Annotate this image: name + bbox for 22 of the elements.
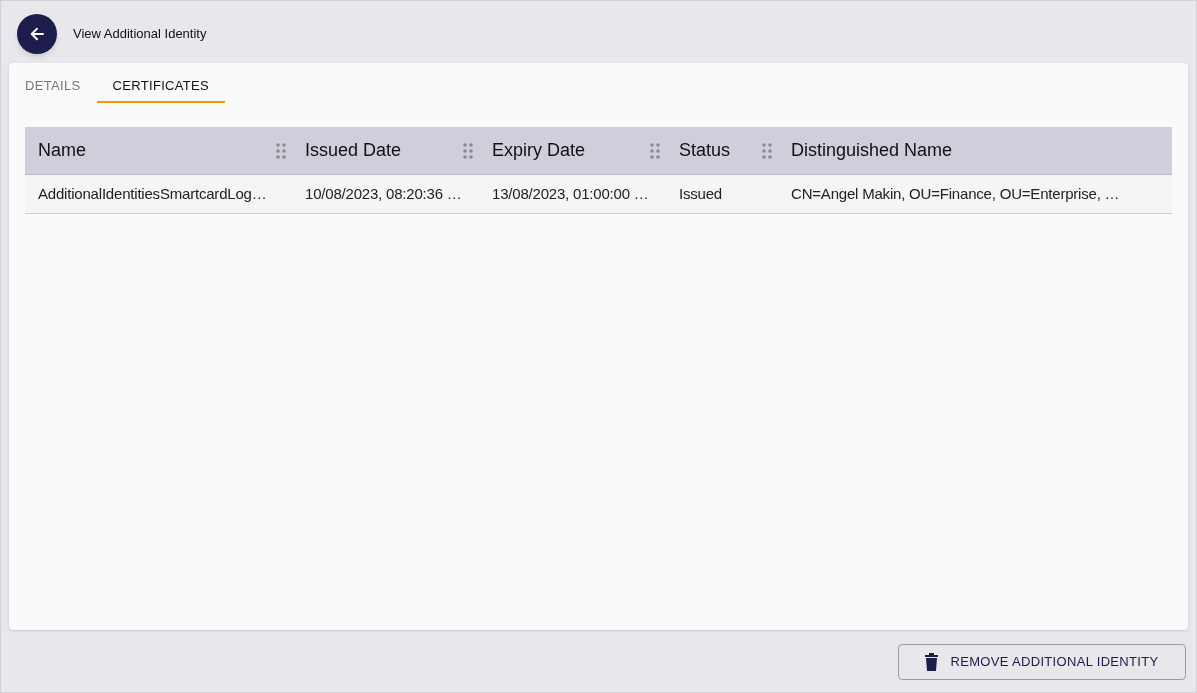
- column-header[interactable]: Status: [679, 137, 731, 164]
- drag-handle-icon[interactable]: [276, 142, 286, 159]
- trash-icon: [925, 653, 939, 671]
- table-cell-text: Issued: [679, 183, 722, 204]
- back-button[interactable]: [17, 14, 57, 54]
- table-cell-text: 13/08/2023, 01:00:00 …: [492, 183, 649, 204]
- remove-identity-button[interactable]: REMOVE ADDITIONAL IDENTITY: [898, 644, 1186, 680]
- table-cell-text: CN=Angel Makin, OU=Finance, OU=Enterprise, …: [791, 183, 1120, 204]
- tab[interactable]: CERTIFICATES: [96, 71, 226, 103]
- drag-handle-icon[interactable]: [463, 142, 473, 159]
- page-title: View Additional Identity: [73, 25, 207, 44]
- drag-handle-icon[interactable]: [762, 142, 772, 159]
- drag-handle-icon[interactable]: [650, 142, 660, 159]
- table-cell-text: AdditionalIdentitiesSmartcardLog…: [38, 183, 267, 204]
- back-arrow-icon: [28, 25, 46, 43]
- table-row[interactable]: AdditionalIdentitiesSmartcardLog… 10/08/2023, 08:20:36 … 13/08/2023, 01:00:00 … Issued CN=Angel Makin, OU=Finance, OU=Enterprise, …: [25, 175, 1172, 214]
- table-cell-text: 10/08/2023, 08:20:36 …: [305, 183, 462, 204]
- column-header[interactable]: Issued Date: [305, 137, 402, 164]
- column-header[interactable]: Name: [38, 137, 86, 164]
- tab[interactable]: DETAILS: [25, 71, 97, 103]
- column-header[interactable]: Distinguished Name: [791, 137, 953, 164]
- column-header[interactable]: Expiry Date: [492, 137, 586, 164]
